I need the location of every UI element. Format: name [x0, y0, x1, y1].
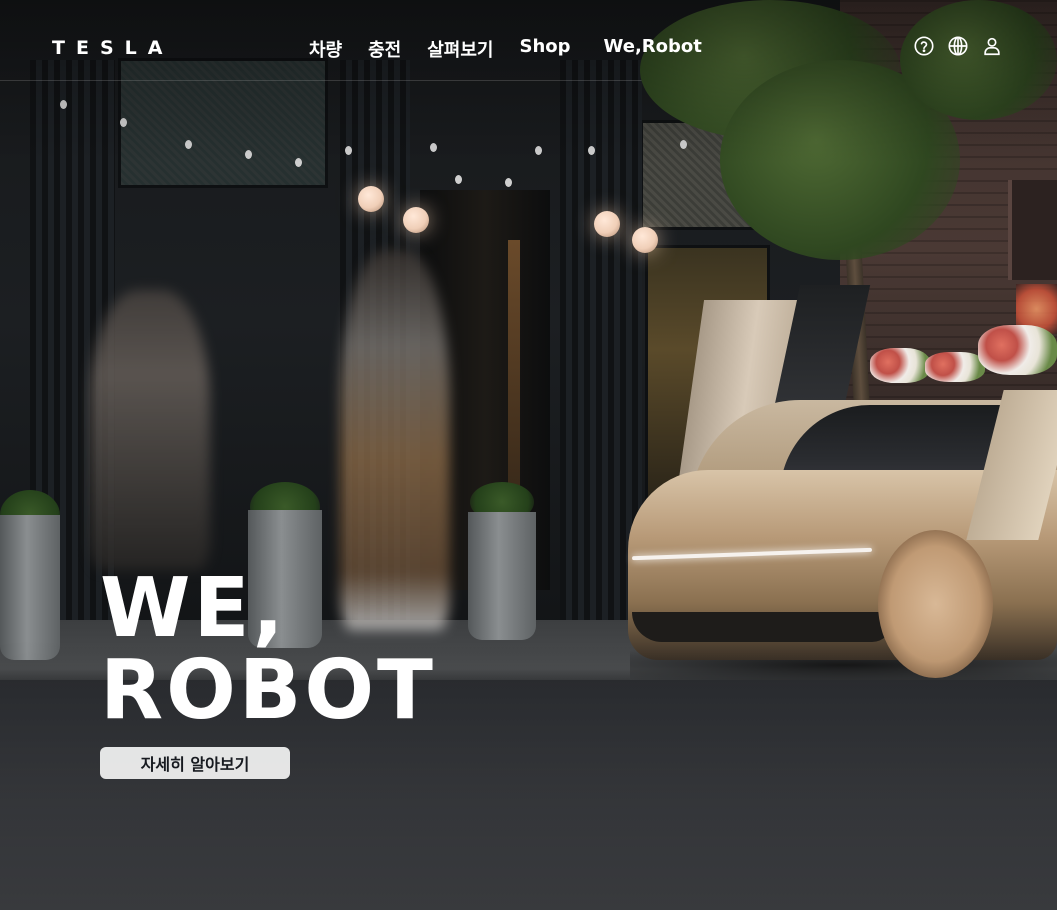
nav-item-vehicles[interactable]: 차량 — [296, 34, 355, 64]
account-button[interactable] — [980, 34, 1004, 58]
hero-section: TESLA 차량 충전 살펴보기 Shop We,Robot WE, ROBOT… — [0, 0, 1057, 910]
nav-item-discover[interactable]: 살펴보기 — [414, 34, 506, 64]
account-icon — [984, 37, 1000, 56]
help-icon — [914, 36, 934, 56]
language-button[interactable] — [946, 34, 970, 58]
headline-line-2: ROBOT — [100, 643, 436, 738]
nav-item-shop[interactable]: Shop — [507, 34, 584, 64]
headline-line-1: WE, — [100, 561, 287, 656]
nav-item-we-robot[interactable]: We,Robot — [584, 34, 715, 64]
site-header: TESLA 차량 충전 살펴보기 Shop We,Robot — [0, 0, 1057, 96]
tesla-logo[interactable]: TESLA — [52, 37, 173, 59]
nav-item-charging[interactable]: 충전 — [355, 34, 414, 64]
globe-icon — [948, 36, 968, 56]
hero-headline: WE, ROBOT — [100, 568, 436, 732]
main-nav: 차량 충전 살펴보기 Shop We,Robot — [296, 34, 715, 64]
header-utilities — [912, 34, 1004, 58]
help-button[interactable] — [912, 34, 936, 58]
learn-more-button[interactable]: 자세히 알아보기 — [100, 747, 290, 779]
